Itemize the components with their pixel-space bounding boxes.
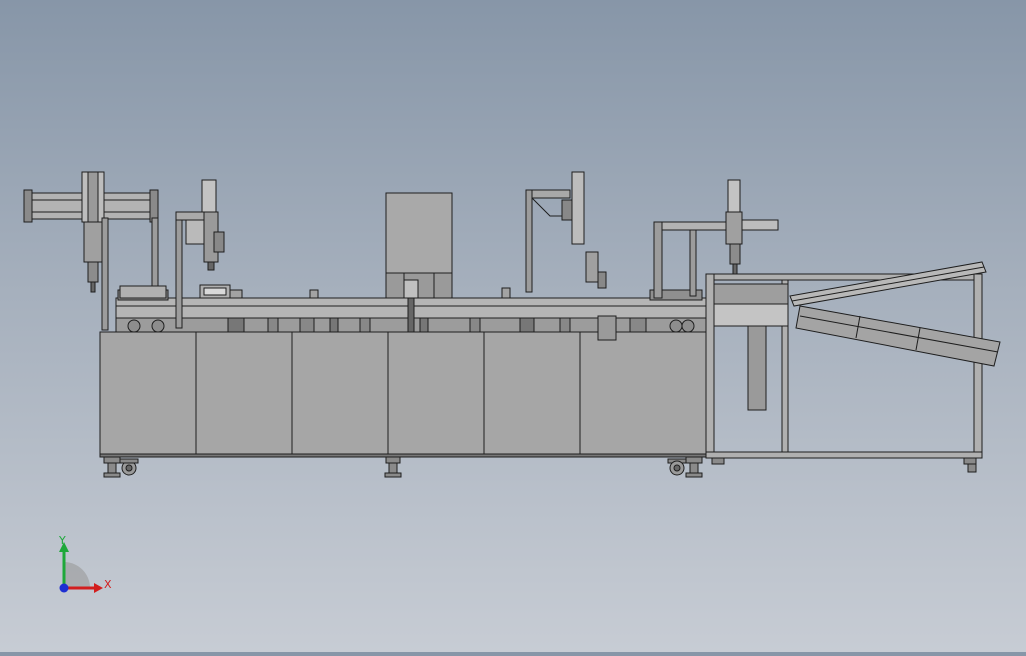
- y-axis-label: Y: [58, 534, 66, 547]
- cabinet-feet: [103, 456, 703, 478]
- triad-plane-indicator: [64, 562, 90, 588]
- outfeed-frame: [705, 273, 983, 473]
- machine-assembly-drawing: Y X: [23, 171, 1001, 593]
- z-axis-dot: [59, 583, 69, 593]
- coordinate-triad: Y X: [58, 534, 112, 593]
- x-axis-label: X: [104, 578, 112, 591]
- main-cabinet: [99, 331, 707, 458]
- x-axis-arrowhead: [94, 583, 103, 593]
- cad-viewport[interactable]: Y X: [0, 0, 1026, 652]
- lower-outfeed-ramp: [795, 305, 1001, 367]
- upper-outfeed-ramp: [789, 261, 987, 307]
